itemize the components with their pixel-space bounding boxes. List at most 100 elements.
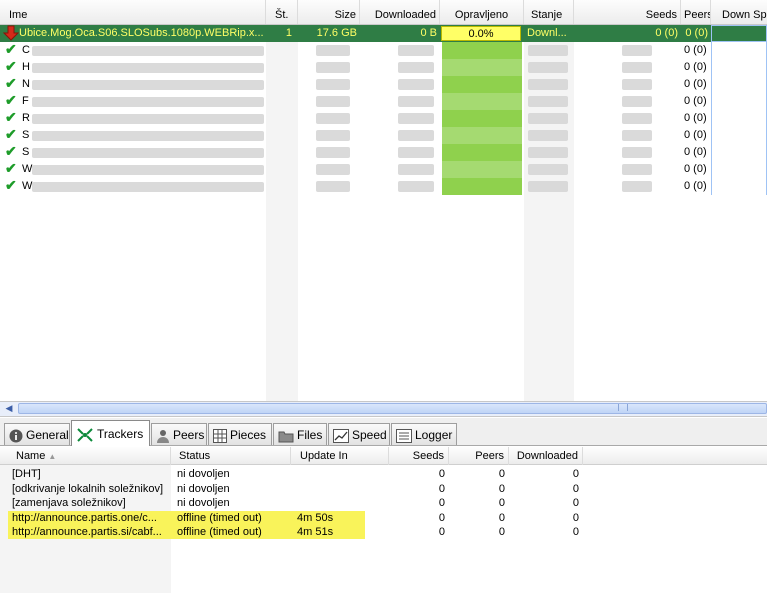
blurred-seeds <box>622 147 652 158</box>
blurred-status <box>528 130 568 141</box>
tracker-name: http://announce.partis.si/cabf... <box>8 525 171 539</box>
completed-progress-bar <box>442 42 522 59</box>
blurred-seeds <box>622 62 652 73</box>
blurred-status <box>528 113 568 124</box>
torrent-row[interactable]: ✔ C 0 (0) <box>0 41 767 59</box>
tracker-col-update-in[interactable]: Update In <box>291 447 389 465</box>
blurred-downloaded <box>398 147 434 158</box>
tracker-downloaded: 0 <box>572 468 579 480</box>
tracker-update-in: 4m 51s <box>291 525 365 539</box>
tab-speed[interactable]: Speed <box>328 423 390 445</box>
completed-check-icon: ✔ <box>5 126 17 142</box>
blurred-name <box>32 131 264 141</box>
torrent-size: 17.6 GB <box>316 27 357 39</box>
tracker-col-peers[interactable]: Peers <box>449 447 509 465</box>
col-header-downloaded[interactable]: Downloaded <box>360 0 440 24</box>
tracker-update-in <box>291 496 365 510</box>
tracker-status: ni dovoljen <box>177 482 230 495</box>
col-header-seeds[interactable]: Seeds <box>574 0 681 24</box>
blurred-seeds <box>622 96 652 107</box>
torrent-row[interactable]: ✔ N 0 (0) <box>0 75 767 93</box>
tracker-seeds: 0 <box>438 482 445 495</box>
blurred-downloaded <box>398 164 434 175</box>
blurred-status <box>528 147 568 158</box>
blurred-seeds <box>622 130 652 141</box>
tab-files[interactable]: Files <box>273 423 327 445</box>
tracker-row[interactable]: [DHT] ni dovoljen 0 0 0 <box>0 467 767 481</box>
tracker-peers: 0 <box>498 526 505 538</box>
col-header-size[interactable]: Size <box>298 0 360 24</box>
tab-logger[interactable]: Logger <box>391 423 457 445</box>
torrent-row-selected[interactable]: Ubice.Mog.Oca.S06.SLOSubs.1080p.WEBRip.x… <box>0 25 767 42</box>
torrent-peers: 0 (0) <box>684 163 707 175</box>
tracker-header-filler <box>583 447 767 465</box>
torrent-peers: 0 (0) <box>684 146 707 158</box>
torrent-row[interactable]: ✔ W 0 (0) <box>0 160 767 178</box>
tracker-name: http://announce.partis.one/c... <box>8 510 171 525</box>
tracker-downloaded: 0 <box>572 482 579 495</box>
tracker-seeds: 0 <box>438 497 445 509</box>
torrent-down-speed <box>711 110 767 127</box>
blurred-size <box>316 147 350 158</box>
tracker-row[interactable]: [odkrivanje lokalnih soležnikov] ni dovol… <box>0 482 767 496</box>
tab-general[interactable]: General <box>4 423 70 445</box>
blurred-seeds <box>622 113 652 124</box>
col-header-down-speed[interactable]: Down Speed <box>711 0 767 24</box>
blurred-name <box>32 63 264 73</box>
torrent-name: R <box>22 112 30 124</box>
completed-check-icon: ✔ <box>5 92 17 108</box>
col-header-progress[interactable]: Opravljeno <box>440 0 524 24</box>
tracker-name: [DHT] <box>12 468 41 480</box>
col-header-status[interactable]: Stanje <box>524 0 574 24</box>
col-header-name[interactable]: Ime <box>0 0 266 24</box>
torrent-row[interactable]: ✔ W 0 (0) <box>0 177 767 195</box>
scrollbar-thumb[interactable] <box>18 403 767 414</box>
torrent-row[interactable]: ✔ R 0 (0) <box>0 109 767 127</box>
tracker-downloaded: 0 <box>572 497 579 509</box>
tracker-row[interactable]: http://announce.partis.one/c... offline (… <box>0 510 767 525</box>
col-header-peers[interactable]: Peers <box>681 0 711 24</box>
completed-progress-bar <box>442 76 522 93</box>
tab-peers[interactable]: Peers <box>151 423 207 445</box>
tracker-status: ni dovoljen <box>177 497 230 509</box>
tracker-name: [zamenjava soležnikov] <box>12 497 126 509</box>
blurred-size <box>316 45 350 56</box>
tracker-status: offline (timed out) <box>171 525 291 539</box>
torrent-status: Downl... <box>527 27 567 39</box>
torrent-row[interactable]: ✔ S 0 (0) <box>0 143 767 161</box>
tracker-row[interactable]: [zamenjava soležnikov] ni dovoljen 0 0 0 <box>0 496 767 510</box>
tracker-downloaded: 0 <box>572 511 579 524</box>
torrent-name: W <box>22 180 33 192</box>
tracker-col-status[interactable]: Status <box>171 447 291 465</box>
tracker-col-name[interactable]: Name ▲ <box>0 447 171 465</box>
speed-graph-icon <box>333 428 349 443</box>
info-icon <box>9 429 23 443</box>
trackers-icon <box>77 428 93 442</box>
sort-ascending-icon: ▲ <box>48 452 57 461</box>
blurred-name <box>32 182 264 192</box>
completed-progress-bar <box>442 127 522 144</box>
tab-pieces[interactable]: Pieces <box>208 423 272 445</box>
blurred-downloaded <box>398 79 434 90</box>
col-header-number[interactable]: Št. <box>266 0 298 24</box>
tracker-row[interactable]: http://announce.partis.si/cabf... offline… <box>0 525 767 539</box>
blurred-size <box>316 164 350 175</box>
torrent-row[interactable]: ✔ S 0 (0) <box>0 126 767 144</box>
torrent-row[interactable]: ✔ F 0 (0) <box>0 92 767 110</box>
completed-check-icon: ✔ <box>5 41 17 57</box>
torrent-peers: 0 (0) <box>684 95 707 107</box>
tracker-name: [odkrivanje lokalnih soležnikov] <box>12 482 164 495</box>
torrent-peers: 0 (0) <box>685 27 708 39</box>
blurred-status <box>528 181 568 192</box>
scrollbar-grip-icon <box>618 404 628 411</box>
torrent-row[interactable]: ✔ H 0 (0) <box>0 58 767 76</box>
tracker-seeds: 0 <box>438 468 445 480</box>
blurred-name <box>32 46 264 56</box>
blurred-status <box>528 164 568 175</box>
scroll-left-arrow-icon[interactable]: ◀ <box>3 403 15 414</box>
blurred-size <box>316 96 350 107</box>
completed-check-icon: ✔ <box>5 177 17 193</box>
tracker-col-seeds[interactable]: Seeds <box>389 447 449 465</box>
tracker-col-downloaded[interactable]: Downloaded <box>509 447 583 465</box>
tab-trackers[interactable]: Trackers <box>71 420 150 446</box>
